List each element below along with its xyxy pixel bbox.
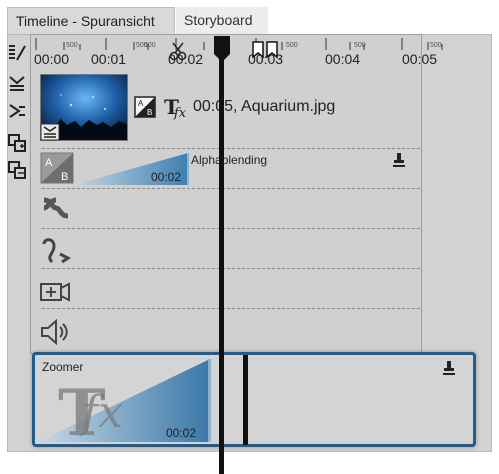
marker-icon[interactable] [250,40,282,64]
curve-path-icon[interactable] [38,236,72,264]
zoomer-cursor [243,355,248,445]
ruler-minor-label: 500 [66,42,78,49]
zoomer-duration: 00:02 [166,426,197,440]
audio-wave-icon[interactable] [38,194,72,222]
transition-label: Alphablending [191,153,268,167]
remove-track-icon[interactable] [7,160,27,180]
tab-timeline[interactable]: Timeline - Spuransicht [7,7,175,34]
svg-text:A: A [138,99,144,108]
tab-bar: Timeline - Spuransicht Storyboard [0,0,499,34]
row-separator [42,228,420,229]
ruler-label: 00:01 [91,51,127,67]
ruler-label: 00:00 [34,51,70,67]
ruler-minor-label: 500 [354,42,366,49]
ruler-label: 00:04 [325,51,361,67]
svg-text:B: B [61,171,68,183]
collapse-icon[interactable] [40,123,60,141]
stamp-icon[interactable] [443,360,455,376]
stamp-icon[interactable] [393,152,405,168]
row-separator [42,308,420,309]
scissors-icon[interactable] [168,41,188,63]
row-separator [42,268,420,269]
svg-text:fx: fx [79,387,123,438]
tab-storyboard[interactable]: Storyboard [176,7,268,34]
timeline-window: Timeline - Spuransicht Storyboard 500 50… [0,0,499,474]
svg-text:A: A [45,157,53,169]
ruler-label: 00:05 [402,51,438,67]
alpha-icon: A B [134,96,156,118]
ruler-minor-label: 500 [286,42,298,49]
add-track-icon[interactable] [7,133,27,153]
playhead-line [219,56,224,474]
transition-duration: 00:02 [151,170,182,184]
align-icon[interactable] [7,73,27,93]
svg-text:fx: fx [173,106,187,120]
clip-info: 00:05, Aquarium.jpg [193,98,336,115]
ruler-minor-label: 500 [430,42,442,49]
svg-text:B: B [147,108,152,117]
tracks-icon[interactable] [7,43,27,63]
row-separator [42,148,420,149]
text-effect-icon: T fx [164,95,187,120]
ruler-minor-label: 500 [144,42,156,49]
playhead-handle[interactable] [211,36,233,62]
alpha-blend-icon: A B [40,152,74,184]
camera-icon[interactable] [38,278,72,306]
row-separator [42,188,420,189]
zoomer-label: Zoomer [42,360,84,374]
align-right-icon[interactable] [7,101,27,121]
speaker-icon[interactable] [38,318,72,346]
